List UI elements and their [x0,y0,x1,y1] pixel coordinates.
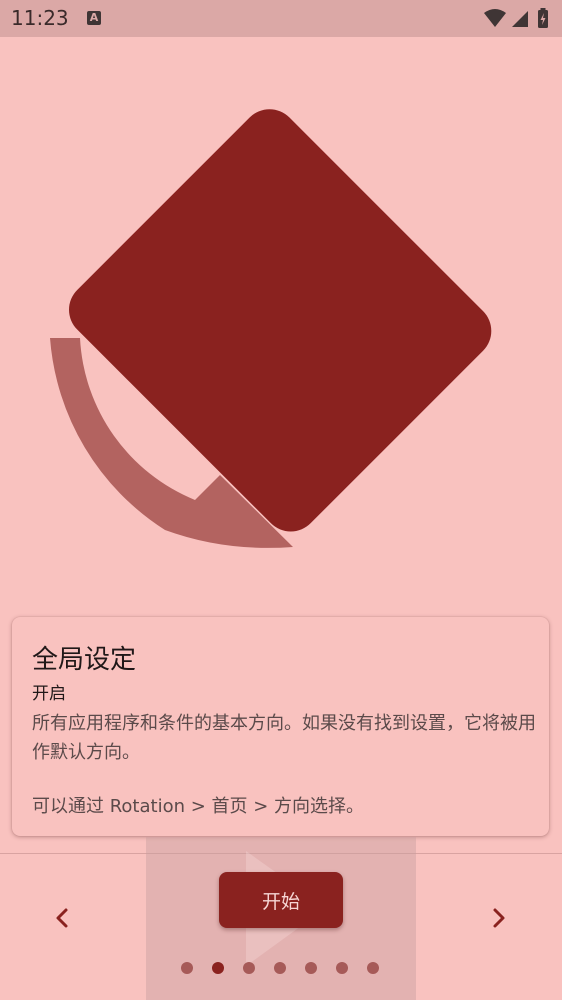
chevron-left-icon[interactable] [44,900,80,936]
info-card: 全局设定 开启 所有应用程序和条件的基本方向。如果没有找到设置，它将被用作默认方… [12,617,549,836]
page-dot[interactable] [274,962,286,974]
page-dot[interactable] [243,962,255,974]
cellular-signal-icon [512,11,528,27]
card-description: 所有应用程序和条件的基本方向。如果没有找到设置，它将被用作默认方向。 [32,713,536,763]
status-time: 11:23 [11,6,69,30]
card-hint: 可以通过 Rotation > 首页 > 方向选择。 [32,796,365,817]
screen-rotation-icon [50,109,492,548]
card-status: 开启 [32,684,66,704]
chevron-right-icon[interactable] [481,900,517,936]
start-button[interactable]: 开始 [219,872,343,928]
page-dot[interactable] [305,962,317,974]
wifi-icon [484,9,506,27]
card-title: 全局设定 [32,645,137,675]
status-bar: 11:23 A [0,0,562,37]
page-dot[interactable] [212,962,224,974]
a-icon: A [87,11,101,25]
a-icon-letter: A [89,11,99,24]
page-dot[interactable] [336,962,348,974]
page-dot[interactable] [367,962,379,974]
page-dot[interactable] [181,962,193,974]
battery-charging-icon [538,8,548,28]
status-icons [484,8,548,28]
